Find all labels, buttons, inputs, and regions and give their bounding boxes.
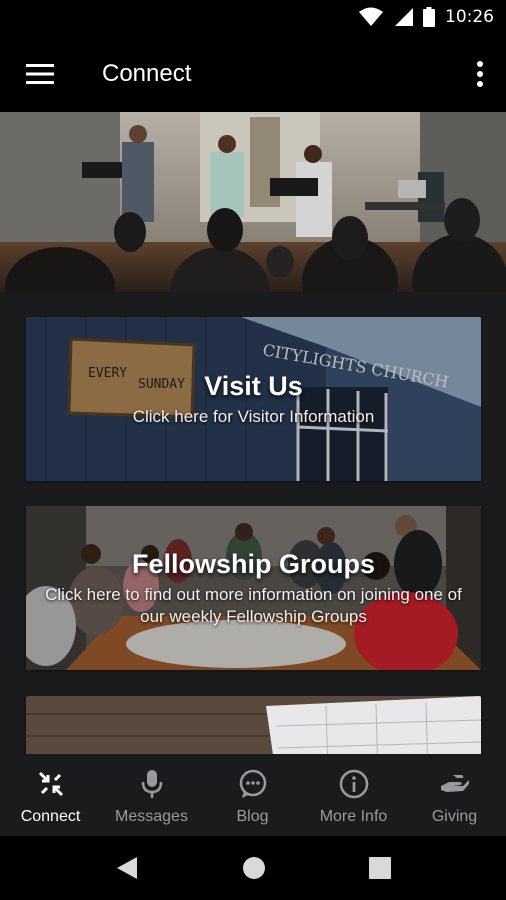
nav-connect-label: Connect (20, 808, 81, 825)
connect-icon (35, 768, 67, 800)
info-icon (338, 768, 370, 800)
hamburger-menu-icon[interactable] (26, 64, 54, 84)
visit-us-card[interactable]: CITYLIGHTS CHURCH EVERY SUNDAY Visit Us … (26, 317, 481, 481)
fellowship-groups-title: Fellowship Groups (131, 548, 375, 579)
nav-blog-label: Blog (236, 808, 269, 825)
fellowship-groups-subtitle: Click here to find out more information … (45, 584, 462, 626)
back-icon[interactable] (116, 856, 138, 880)
battery-icon (423, 7, 435, 27)
nav-messages-label: Messages (115, 808, 188, 825)
chat-bubble-icon (237, 768, 269, 800)
hero-worship-image (0, 112, 506, 292)
wifi-icon (359, 7, 383, 26)
content-list[interactable]: CITYLIGHTS CHURCH EVERY SUNDAY Visit Us … (0, 292, 506, 754)
fellowship-groups-card[interactable]: Fellowship Groups Click here to find out… (26, 506, 481, 670)
microphone-icon (136, 768, 168, 800)
overflow-menu-icon[interactable] (476, 60, 484, 88)
giving-hand-icon (439, 768, 471, 800)
visit-us-overlay: Visit Us Click here for Visitor Informat… (26, 317, 481, 481)
recents-icon[interactable] (369, 857, 391, 879)
system-navigation-bar (0, 836, 506, 900)
nav-connect[interactable]: Connect (0, 754, 101, 836)
page-title: Connect (102, 60, 192, 87)
calendar-card[interactable] (26, 696, 481, 754)
nav-more-info[interactable]: More Info (303, 754, 404, 836)
nav-giving[interactable]: Giving (404, 754, 505, 836)
nav-blog[interactable]: Blog (202, 754, 303, 836)
visit-us-title: Visit Us (204, 370, 303, 401)
fellowship-groups-overlay: Fellowship Groups Click here to find out… (26, 506, 481, 670)
visit-us-subtitle: Click here for Visitor Information (132, 406, 375, 426)
status-bar: 10:26 (0, 0, 506, 36)
nav-giving-label: Giving (431, 808, 478, 825)
signal-icon (395, 8, 413, 26)
nav-more-info-label: More Info (319, 808, 388, 825)
app-bar: Connect (0, 36, 506, 112)
calendar-image (26, 696, 481, 754)
nav-messages[interactable]: Messages (101, 754, 202, 836)
status-icons: 10:26 (359, 7, 494, 27)
status-time: 10:26 (445, 7, 494, 27)
home-icon[interactable] (242, 856, 266, 880)
bottom-navigation: Connect Messages Blog More Info Giving (0, 754, 506, 836)
